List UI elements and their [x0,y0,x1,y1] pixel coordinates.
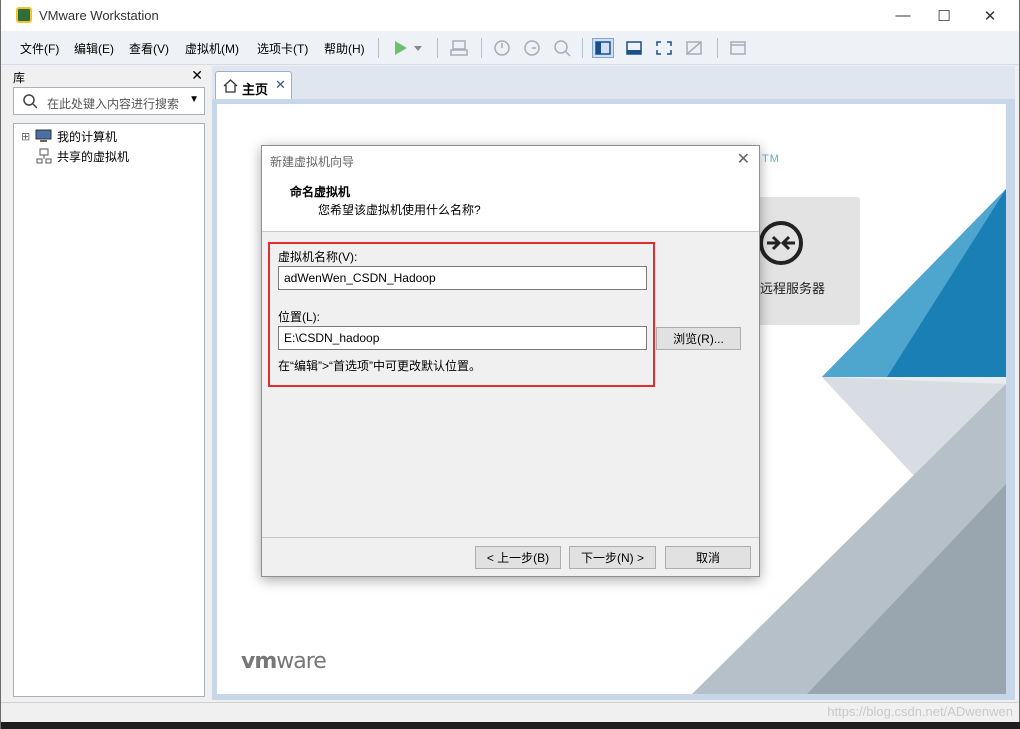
console-view-icon[interactable] [727,38,749,58]
tree-item-label: 我的计算机 [57,129,118,144]
expand-icon[interactable]: ⊞ [21,130,35,143]
watermark-text: https://blog.csdn.net/ADwenwen [827,704,1013,719]
cancel-button[interactable]: 取消 [665,546,751,569]
chevron-down-icon[interactable]: ▼ [189,94,199,105]
library-tree: ⊞ 我的计算机 共享的虚拟机 [13,123,205,697]
send-keys-icon[interactable] [448,38,470,58]
dialog-subheading: 您希望该虚拟机使用什么名称? [318,203,481,217]
highlight-annotation-box [268,242,655,387]
back-button[interactable]: < 上一步(B) [475,546,561,569]
minimize-button[interactable]: — [880,0,926,31]
play-icon[interactable] [389,38,411,58]
thumbnail-bar-icon[interactable] [623,38,645,58]
tab-label: 主页 [242,82,269,97]
vmware-logo: vmware [241,649,327,674]
dialog-header: 新建虚拟机向导 ✕ 命名虚拟机 您希望该虚拟机使用什么名称? [262,146,759,232]
status-bar: https://blog.csdn.net/ADwenwen [1,702,1019,722]
tree-item-my-computer[interactable]: ⊞ 我的计算机 [21,127,117,145]
tab-home[interactable]: 主页 ✕ [215,71,292,101]
dropdown-arrow-icon[interactable] [411,38,425,58]
revert-snapshot-icon[interactable] [521,38,543,58]
menu-edit[interactable]: 编辑(E) [74,40,114,57]
search-icon [23,94,38,109]
tab-strip: 主页 ✕ [212,66,1015,101]
close-button[interactable]: ✕ [967,0,1013,31]
computer-icon [35,129,52,142]
menu-help[interactable]: 帮助(H) [324,40,365,57]
tree-item-shared-vms[interactable]: 共享的虚拟机 [35,147,129,165]
fullscreen-icon[interactable] [653,38,675,58]
library-view-icon[interactable] [592,38,614,58]
menu-toolbar: 文件(F) 编辑(E) 查看(V) 虚拟机(M) 选项卡(T) 帮助(H) [1,31,1019,65]
library-title: 库 [13,71,26,85]
tab-close-icon[interactable]: ✕ [275,77,286,93]
library-search-input[interactable]: 在此处键入内容进行搜索 ▼ [13,87,205,115]
menu-tabs[interactable]: 选项卡(T) [257,40,308,57]
window-title: VMware Workstation [39,8,159,23]
snapshot-manager-icon[interactable] [551,38,573,58]
search-placeholder: 在此处键入内容进行搜索 [47,97,180,111]
home-tm-text: TM [762,153,780,165]
next-button[interactable]: 下一步(N) > [569,546,656,569]
shared-vm-icon [36,148,52,164]
dialog-close-icon[interactable]: ✕ [737,149,750,169]
menu-file[interactable]: 文件(F) [20,40,59,57]
library-close-icon[interactable]: ✕ [191,67,203,84]
browse-button[interactable]: 浏览(R)... [656,327,741,350]
vmware-app-icon [16,7,32,23]
maximize-button[interactable]: ☐ [921,0,967,31]
home-icon [223,79,238,93]
library-panel: 库 ✕ 在此处键入内容进行搜索 ▼ ⊞ 我的计算机 共享的虚拟机 [7,66,209,702]
dialog-title: 新建虚拟机向导 [270,155,355,169]
title-bar: VMware Workstation — ☐ ✕ [1,0,1019,31]
taskbar-edge [1,722,1020,729]
tree-item-label: 共享的虚拟机 [57,149,130,164]
menu-view[interactable]: 查看(V) [129,40,169,57]
unity-icon[interactable] [683,38,705,58]
dialog-heading: 命名虚拟机 [290,185,351,199]
menu-vm[interactable]: 虚拟机(M) [185,40,239,57]
snapshot-icon[interactable] [491,38,513,58]
